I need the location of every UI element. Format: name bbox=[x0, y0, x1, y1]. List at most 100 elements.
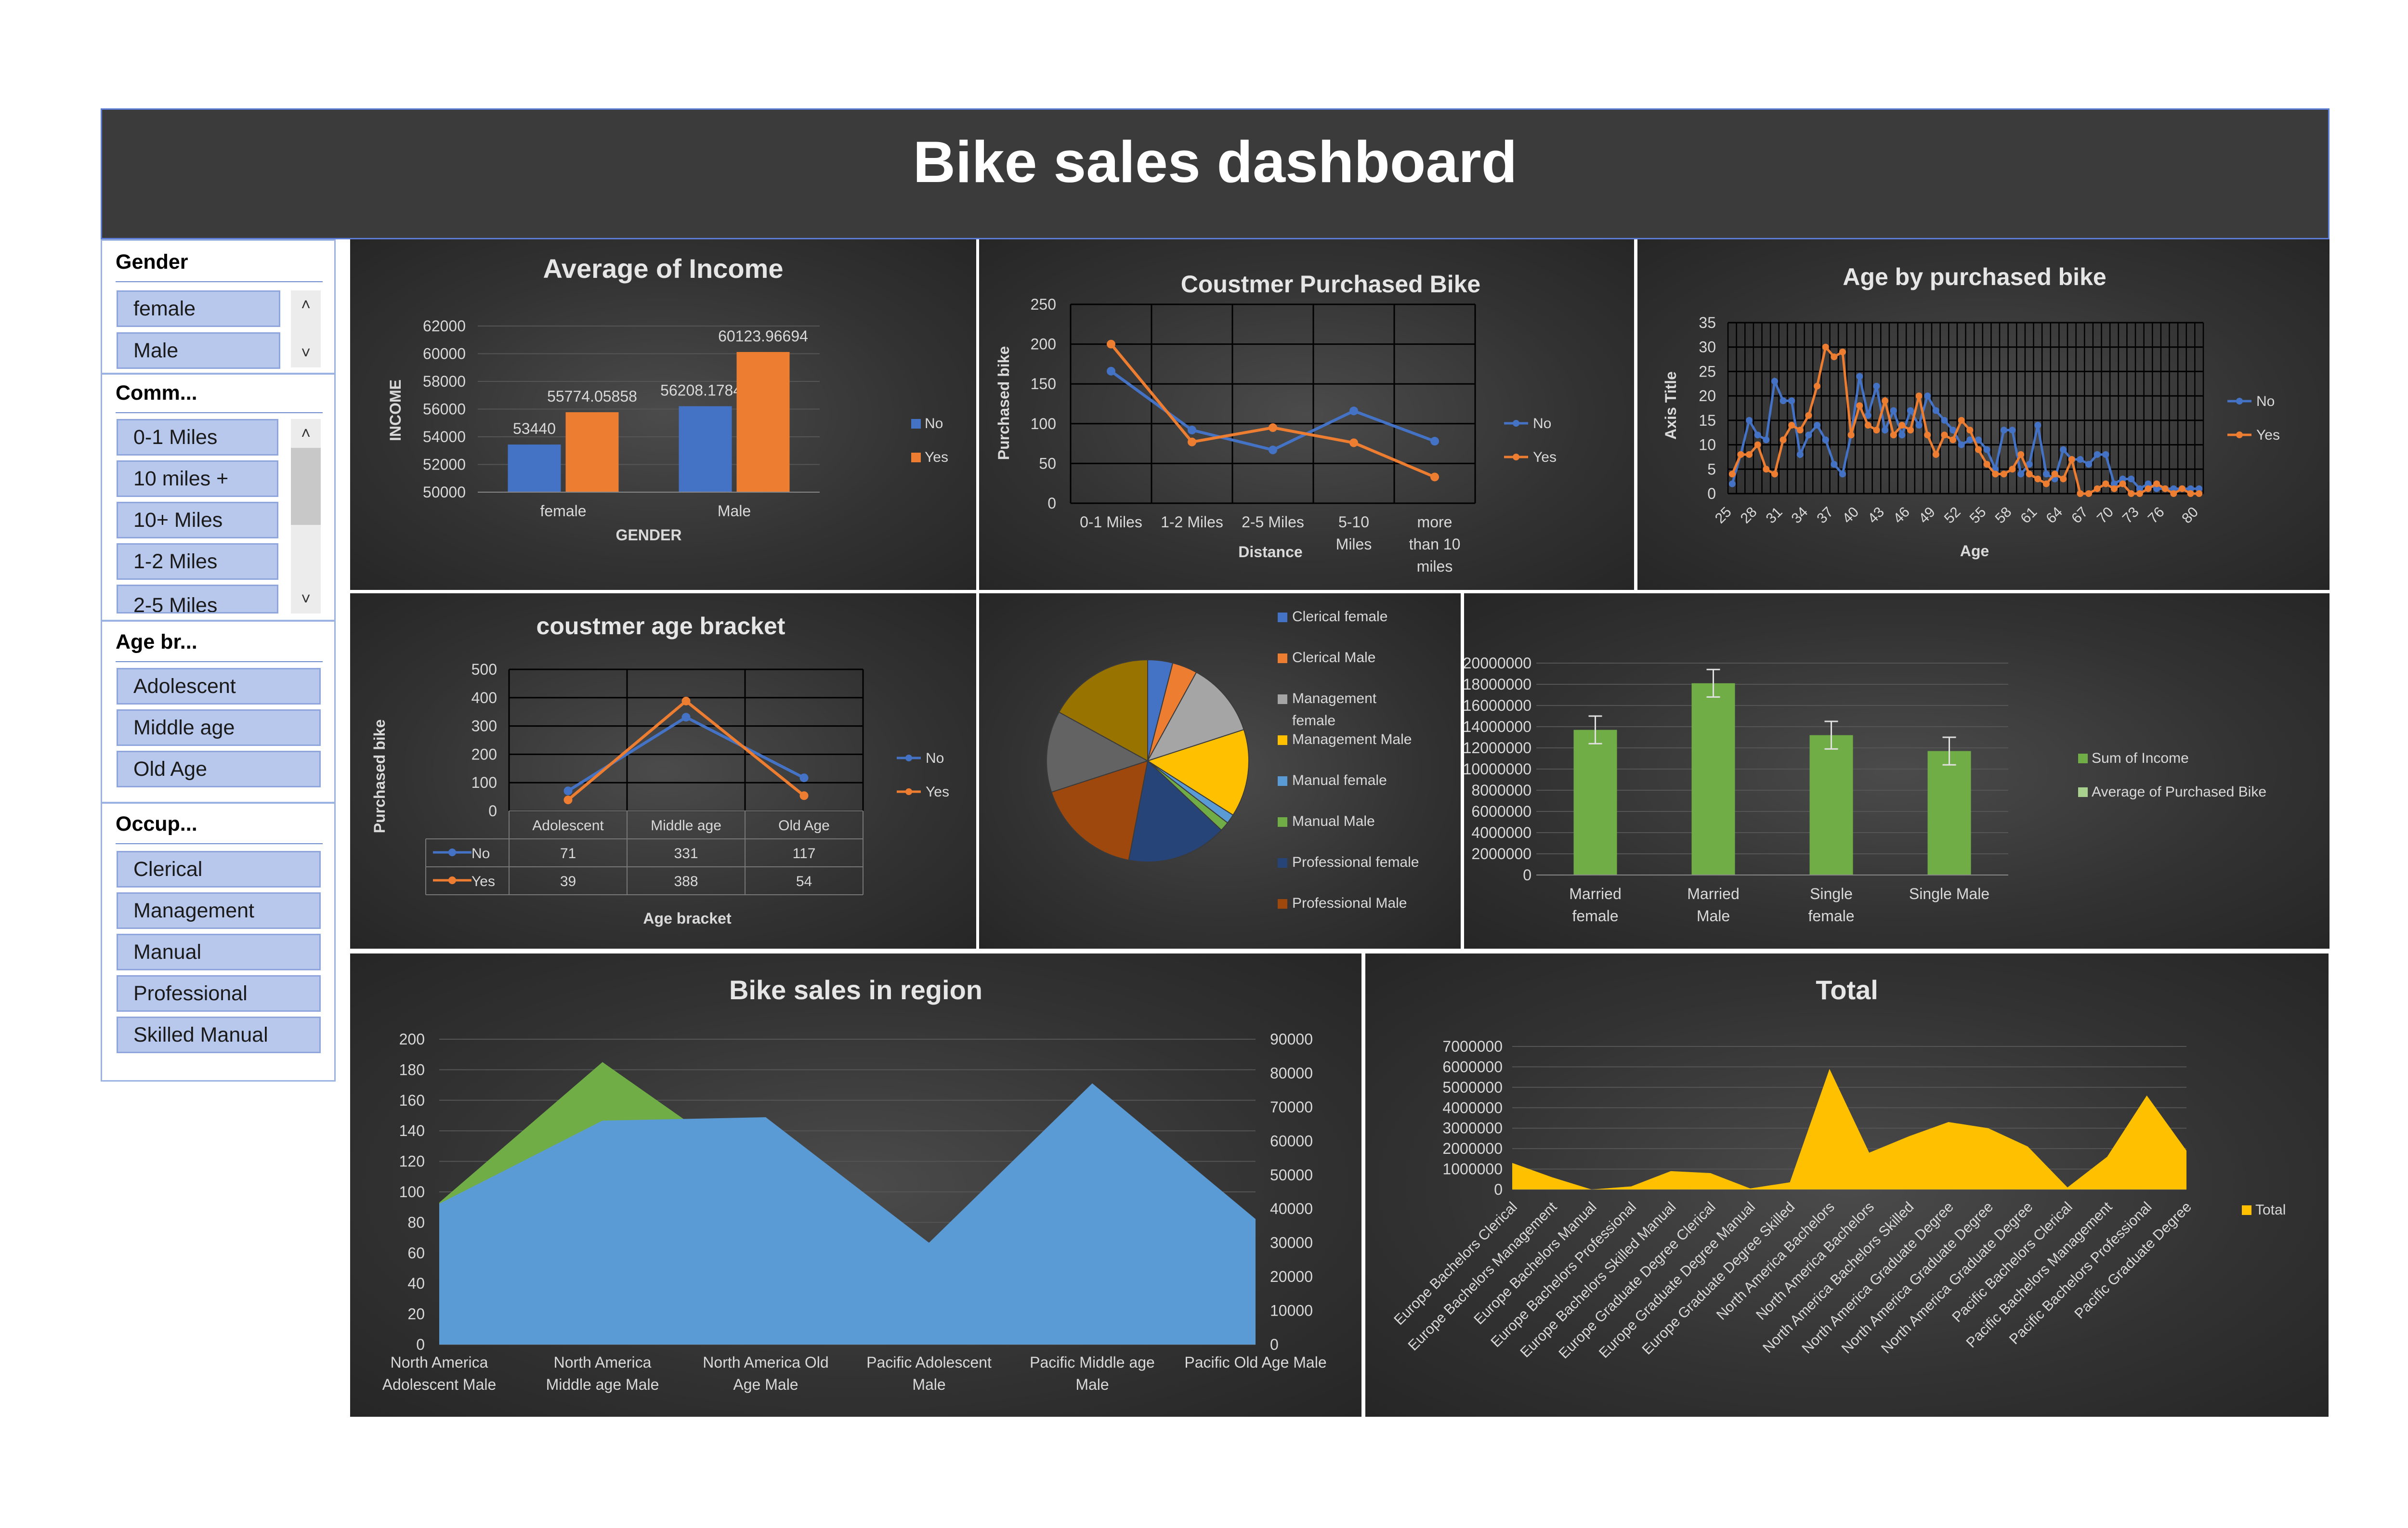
data-point bbox=[1898, 431, 1906, 439]
x-tick-label: Adolescent Male bbox=[382, 1376, 497, 1393]
legend-avg-purchased: Average of Purchased Bike bbox=[2092, 784, 2266, 800]
data-point bbox=[1107, 366, 1115, 376]
data-point bbox=[2060, 446, 2067, 453]
income-chart-panel: Average of Income 50000 52000 54000 56000 580… bbox=[350, 239, 976, 590]
series-line-no bbox=[1110, 370, 1436, 452]
x-tick-label: 40 bbox=[1839, 504, 1862, 527]
data-point bbox=[2153, 480, 2160, 487]
y-tick-label: 5000000 bbox=[1442, 1079, 1503, 1096]
y-tick-label: 0 bbox=[1494, 1181, 1503, 1198]
legend-no-swatch bbox=[911, 419, 921, 429]
x-tick-label: than 10 bbox=[1409, 535, 1461, 553]
slicer-item-0-1-miles[interactable]: 0-1 Miles bbox=[117, 419, 278, 456]
slicer-item-2-5-miles[interactable]: 2-5 Miles bbox=[117, 585, 278, 614]
x-tick-label: Age Male bbox=[733, 1376, 798, 1393]
y-tick-label-left: 140 bbox=[399, 1122, 425, 1139]
x-tick-label: miles bbox=[1417, 558, 1453, 575]
legend-swatch bbox=[1278, 613, 1287, 622]
slicer-item-clerical[interactable]: Clerical bbox=[117, 851, 321, 888]
data-point bbox=[1992, 470, 1999, 478]
table-row-label: No bbox=[471, 846, 490, 862]
scroll-up-icon[interactable]: ˄ bbox=[291, 290, 321, 319]
slicer-item-management[interactable]: Management bbox=[117, 892, 321, 929]
data-point bbox=[2000, 470, 2007, 478]
data-point bbox=[1915, 392, 1923, 400]
data-point bbox=[2009, 466, 2016, 473]
commute-slicer-title: Comm... bbox=[116, 381, 197, 405]
x-tick-label: female bbox=[1808, 907, 1854, 925]
slicer-item-skilled-manual[interactable]: Skilled Manual bbox=[117, 1017, 321, 1053]
x-tick-label: more bbox=[1417, 513, 1453, 531]
data-point bbox=[1430, 437, 1439, 446]
occupation-slicer[interactable]: Occup... Clerical Management Manual Prof… bbox=[101, 802, 336, 1082]
slicer-item-adolescent[interactable]: Adolescent bbox=[117, 668, 321, 705]
age-bracket-slicer[interactable]: Age br... Adolescent Middle age Old Age bbox=[101, 620, 336, 803]
x-tick-label: 49 bbox=[1916, 504, 1938, 527]
y-tick-label: 200 bbox=[471, 745, 497, 763]
slicer-item-1-2-miles[interactable]: 1-2 Miles bbox=[117, 543, 278, 580]
x-tick-label: 70 bbox=[2094, 504, 2117, 527]
slicer-item-10-plus-miles[interactable]: 10+ Miles bbox=[117, 502, 278, 538]
data-point bbox=[2068, 456, 2075, 463]
slicer-item-male[interactable]: Male bbox=[117, 332, 280, 369]
x-tick-label: 43 bbox=[1865, 504, 1887, 527]
slicer-item-old-age[interactable]: Old Age bbox=[117, 751, 321, 787]
data-point bbox=[563, 786, 573, 796]
bar-yes bbox=[736, 352, 790, 492]
chart-title: Age by purchased bike bbox=[1843, 263, 2106, 290]
data-point bbox=[1746, 417, 1753, 424]
y-axis-title: Purchased bike bbox=[371, 719, 388, 834]
table-header: Middle age bbox=[651, 818, 721, 834]
x-tick-label: Pacific Bachelors Management bbox=[1963, 1199, 2115, 1351]
gender-slicer[interactable]: Gender female Male ˄ ˅ bbox=[101, 239, 336, 374]
x-tick-label: 67 bbox=[2068, 504, 2091, 527]
y-tick-label: 62000 bbox=[423, 317, 466, 335]
scroll-down-icon[interactable]: ˅ bbox=[291, 339, 321, 367]
data-point bbox=[1975, 446, 1982, 453]
legend-label: Professional female bbox=[1292, 854, 1419, 870]
data-point bbox=[1763, 466, 1770, 473]
data-point bbox=[1269, 445, 1277, 455]
x-tick-label: 55 bbox=[1967, 504, 1989, 527]
y-tick-label: 18000000 bbox=[1464, 676, 1531, 693]
slicer-item-manual[interactable]: Manual bbox=[117, 934, 321, 970]
slicer-item-10-miles-plus[interactable]: 10 miles + bbox=[117, 460, 278, 497]
y-tick-label: 14000000 bbox=[1464, 718, 1531, 735]
y-tick-label: 7000000 bbox=[1442, 1038, 1503, 1055]
data-point bbox=[2017, 451, 2025, 458]
data-point bbox=[1856, 373, 1863, 380]
x-tick-label: Pacific Old Age Male bbox=[1184, 1354, 1326, 1371]
x-tick-label: 76 bbox=[2145, 504, 2168, 527]
y-tick-label: 0 bbox=[488, 802, 497, 820]
data-point bbox=[1831, 461, 1838, 468]
x-tick-label: 2-5 Miles bbox=[1242, 513, 1304, 531]
data-point bbox=[2009, 427, 2016, 434]
slicer-item-female[interactable]: female bbox=[117, 290, 280, 327]
y-tick-label-left: 40 bbox=[407, 1275, 425, 1292]
data-point bbox=[2128, 490, 2135, 497]
y-tick-label: 0 bbox=[1047, 495, 1056, 512]
commute-slicer[interactable]: Comm... 0-1 Miles 10 miles + 10+ Miles 1… bbox=[101, 373, 336, 621]
data-point bbox=[1822, 343, 1829, 351]
x-tick-label: 5-10 bbox=[1338, 513, 1369, 531]
commute-scroll-thumb[interactable] bbox=[291, 448, 321, 525]
y-tick-label: 500 bbox=[471, 661, 497, 678]
legend-swatch bbox=[1278, 776, 1287, 786]
data-point bbox=[1873, 427, 1880, 434]
y-tick-label-left: 120 bbox=[399, 1153, 425, 1170]
scroll-down-icon[interactable]: ˅ bbox=[291, 585, 321, 614]
y-tick-label: 0 bbox=[1707, 485, 1716, 502]
x-tick-label: 52 bbox=[1941, 504, 1964, 527]
scroll-up-icon[interactable]: ˄ bbox=[291, 419, 321, 448]
y-tick-label: 30 bbox=[1699, 339, 1716, 356]
slicer-item-professional[interactable]: Professional bbox=[117, 975, 321, 1012]
slicer-item-middle-age[interactable]: Middle age bbox=[117, 709, 321, 746]
bar-income bbox=[1573, 730, 1617, 875]
data-point bbox=[1890, 431, 1897, 439]
legend-no: No bbox=[1533, 416, 1551, 431]
chart-title: Coustmer Purchased Bike bbox=[1181, 271, 1480, 298]
x-tick-label: Pacific Middle age bbox=[1030, 1354, 1155, 1371]
dashboard-header: Bike sales dashboard bbox=[101, 108, 2329, 239]
marital-chart: 0 2000000 4000000 6000000 8000000 10000000 120… bbox=[1464, 654, 2266, 925]
legend-label: female bbox=[1292, 713, 1335, 729]
